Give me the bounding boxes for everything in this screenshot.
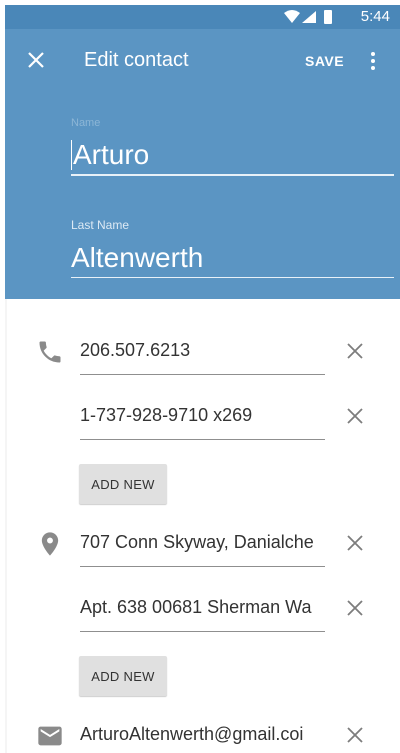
phone-field-1[interactable]: 206.507.6213	[80, 340, 325, 375]
save-button[interactable]: SAVE	[305, 53, 344, 69]
status-bar: 5:44	[5, 5, 400, 29]
clear-icon[interactable]	[345, 533, 365, 553]
phone-underline-2	[80, 439, 325, 440]
first-name-field[interactable]: Name Arturo	[71, 117, 394, 176]
first-name-underline	[71, 174, 394, 176]
last-name-underline	[71, 277, 394, 278]
signal-icon	[302, 11, 316, 23]
page-title: Edit contact	[84, 49, 189, 71]
address-field-2[interactable]: Apt. 638 00681 Sherman Wa	[80, 597, 325, 632]
status-icons	[284, 10, 332, 24]
wifi-icon	[284, 10, 300, 23]
address-underline-1	[80, 566, 325, 567]
last-name-field[interactable]: Last Name Altenwerth	[71, 218, 394, 278]
email-value-1[interactable]: ArturoAltenwerth@gmail.coi	[80, 724, 325, 748]
first-name-value: Arturo	[73, 139, 150, 170]
phone-value-2[interactable]: 1-737-928-9710 x269	[80, 405, 325, 429]
address-underline-2	[80, 631, 325, 632]
phone-value-1[interactable]: 206.507.6213	[80, 340, 325, 364]
more-vert-icon[interactable]	[370, 51, 376, 71]
first-name-label: Name	[71, 117, 101, 129]
clear-icon[interactable]	[345, 598, 365, 618]
phone-field-2[interactable]: 1-737-928-9710 x269	[80, 405, 325, 440]
phone-icon	[39, 341, 61, 363]
add-new-address-button[interactable]: ADD NEW	[79, 656, 167, 696]
email-icon	[38, 726, 62, 746]
address-value-1[interactable]: 707 Conn Skyway, Danialche	[80, 532, 325, 556]
last-name-input[interactable]: Altenwerth	[71, 242, 394, 277]
text-cursor	[71, 140, 72, 170]
last-name-label: Last Name	[71, 218, 130, 232]
email-field-1[interactable]: ArturoAltenwerth@gmail.coi	[80, 724, 325, 753]
edit-contact-screen: { "status_bar": { "time": "5:44" }, "hea…	[0, 0, 400, 753]
app-bar: Edit contact SAVE Name Arturo Last Name …	[5, 29, 400, 299]
add-new-phone-button[interactable]: ADD NEW	[79, 464, 167, 504]
battery-icon	[324, 10, 332, 24]
first-name-input[interactable]: Arturo	[71, 139, 394, 174]
clear-icon[interactable]	[345, 725, 365, 745]
clear-icon[interactable]	[345, 406, 365, 426]
address-value-2[interactable]: Apt. 638 00681 Sherman Wa	[80, 597, 325, 621]
left-edge	[5, 299, 7, 753]
phone-underline-1	[80, 374, 325, 375]
address-field-1[interactable]: 707 Conn Skyway, Danialche	[80, 532, 325, 567]
close-icon[interactable]	[25, 49, 47, 71]
clear-icon[interactable]	[345, 341, 365, 361]
location-icon	[41, 532, 59, 556]
status-time: 5:44	[360, 8, 390, 25]
